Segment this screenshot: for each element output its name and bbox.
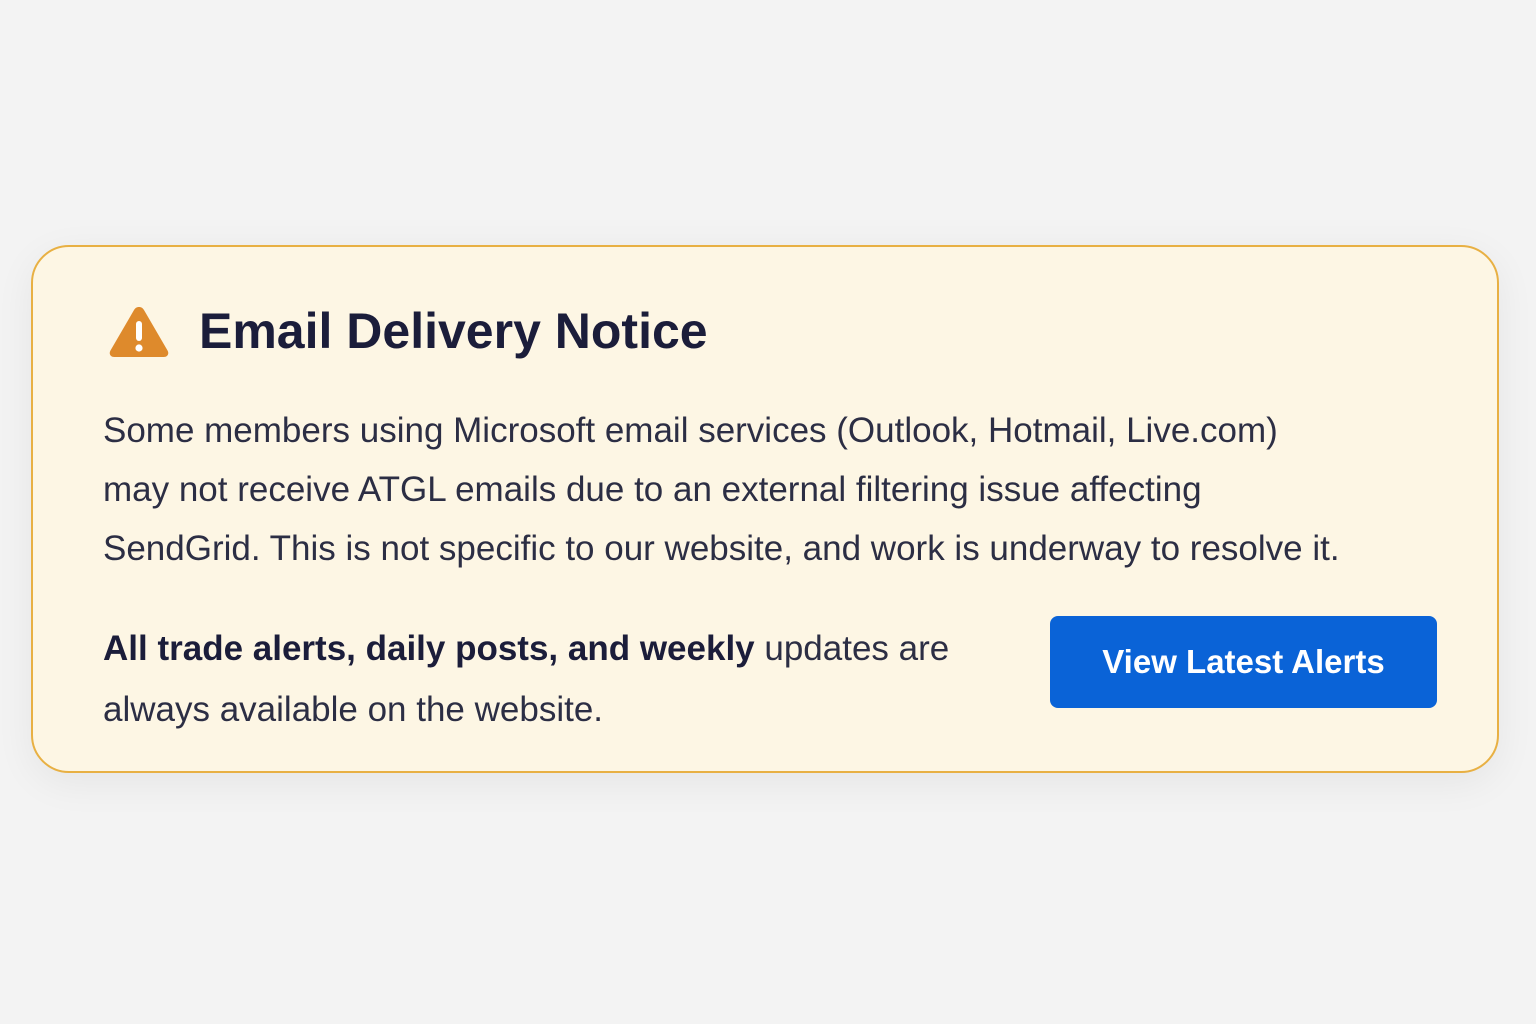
notice-body: Some members using Microsoft email servi…: [103, 401, 1443, 578]
availability-regular-text: updates are: [764, 629, 950, 668]
warning-icon: [109, 307, 169, 357]
email-delivery-notice: Email Delivery Notice Some members using…: [31, 245, 1499, 773]
notice-body-line: SendGrid. This is not specific to our we…: [103, 529, 1340, 568]
notice-body-line: Some members using Microsoft email servi…: [103, 411, 1278, 450]
view-latest-alerts-button[interactable]: View Latest Alerts: [1050, 616, 1437, 708]
availability-note: All trade alerts, daily posts, and weekl…: [103, 618, 1023, 740]
notice-title: Email Delivery Notice: [199, 303, 708, 359]
availability-line-2: always available on the website.: [103, 690, 604, 729]
notice-body-line: may not receive ATGL emails due to an ex…: [103, 470, 1202, 509]
availability-line-1: All trade alerts, daily posts, and weekl…: [103, 629, 949, 668]
notice-header: Email Delivery Notice: [107, 303, 708, 359]
availability-bold-text: All trade alerts, daily posts, and weekl…: [103, 629, 755, 668]
